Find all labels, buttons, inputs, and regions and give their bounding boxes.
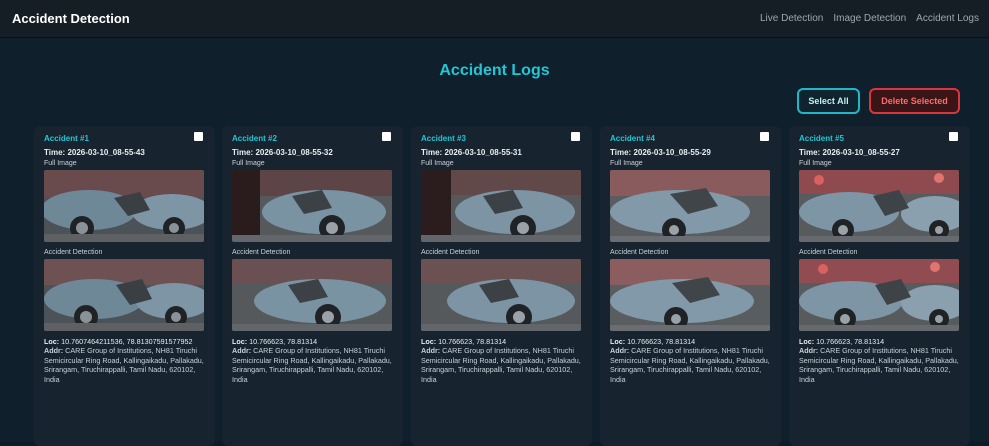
select-checkbox[interactable] [571, 132, 580, 141]
main-content: Accident Logs Select All Delete Selected… [0, 38, 989, 446]
detection-image[interactable] [610, 259, 770, 331]
detection-image[interactable] [44, 259, 204, 331]
select-checkbox[interactable] [949, 132, 958, 141]
nav-accident-logs[interactable]: Accident Logs [916, 13, 979, 24]
card-location: Loc: 10.766623, 78.81314 [610, 337, 696, 346]
card-location: Loc: 10.766623, 78.81314 [799, 337, 885, 346]
accident-detection-label: Accident Detection [232, 249, 291, 256]
card-title: Accident #4 [610, 134, 655, 143]
full-image-label: Full Image [610, 160, 643, 167]
top-navbar: Accident Detection Live Detection Image … [0, 0, 989, 38]
card-title: Accident #5 [799, 134, 844, 143]
card-location: Loc: 10.7607464211536, 78.81307591577952 [44, 337, 193, 346]
accident-card: Accident #5 Time: 2026-03-10_08-55-27 Fu… [789, 126, 970, 446]
card-address: Addr: CARE Group of Institutions, NH81 T… [232, 346, 392, 384]
full-image[interactable] [421, 170, 581, 242]
card-address: Addr: CARE Group of Institutions, NH81 T… [799, 346, 959, 384]
select-checkbox[interactable] [194, 132, 203, 141]
accident-card: Accident #1 Time: 2026-03-10_08-55-43 Fu… [34, 126, 215, 446]
card-title: Accident #3 [421, 134, 466, 143]
detection-image[interactable] [232, 259, 392, 331]
full-image[interactable] [610, 170, 770, 242]
nav-image-detection[interactable]: Image Detection [833, 13, 906, 24]
detection-image[interactable] [421, 259, 581, 331]
full-image-label: Full Image [799, 160, 832, 167]
full-image-label: Full Image [232, 160, 265, 167]
card-address: Addr: CARE Group of Institutions, NH81 T… [610, 346, 770, 384]
accident-detection-label: Accident Detection [799, 249, 858, 256]
full-image-label: Full Image [44, 160, 77, 167]
app-title[interactable]: Accident Detection [12, 11, 130, 26]
card-time: Time: 2026-03-10_08-55-29 [610, 148, 711, 157]
accident-card-list: Accident #1 Time: 2026-03-10_08-55-43 Fu… [34, 126, 976, 446]
card-address: Addr: CARE Group of Institutions, NH81 T… [421, 346, 581, 384]
nav-live-detection[interactable]: Live Detection [760, 13, 823, 24]
accident-card: Accident #4 Time: 2026-03-10_08-55-29 Fu… [600, 126, 781, 446]
full-image[interactable] [232, 170, 392, 242]
full-image[interactable] [799, 170, 959, 242]
accident-detection-label: Accident Detection [610, 249, 669, 256]
select-checkbox[interactable] [760, 132, 769, 141]
full-image[interactable] [44, 170, 204, 242]
accident-card: Accident #3 Time: 2026-03-10_08-55-31 Fu… [411, 126, 592, 446]
full-image-label: Full Image [421, 160, 454, 167]
card-time: Time: 2026-03-10_08-55-31 [421, 148, 522, 157]
page-title: Accident Logs [439, 62, 550, 79]
accident-detection-label: Accident Detection [44, 249, 103, 256]
card-title: Accident #1 [44, 134, 89, 143]
card-time: Time: 2026-03-10_08-55-43 [44, 148, 145, 157]
select-checkbox[interactable] [382, 132, 391, 141]
nav-links: Live Detection Image Detection Accident … [760, 13, 979, 24]
delete-selected-button[interactable]: Delete Selected [869, 88, 960, 114]
card-title: Accident #2 [232, 134, 277, 143]
accident-card: Accident #2 Time: 2026-03-10_08-55-32 Fu… [222, 126, 403, 446]
card-address: Addr: CARE Group of Institutions, NH81 T… [44, 346, 204, 384]
card-time: Time: 2026-03-10_08-55-32 [232, 148, 333, 157]
detection-image[interactable] [799, 259, 959, 331]
accident-detection-label: Accident Detection [421, 249, 480, 256]
select-all-button[interactable]: Select All [797, 88, 860, 114]
card-time: Time: 2026-03-10_08-55-27 [799, 148, 900, 157]
card-location: Loc: 10.766623, 78.81314 [232, 337, 318, 346]
card-location: Loc: 10.766623, 78.81314 [421, 337, 507, 346]
